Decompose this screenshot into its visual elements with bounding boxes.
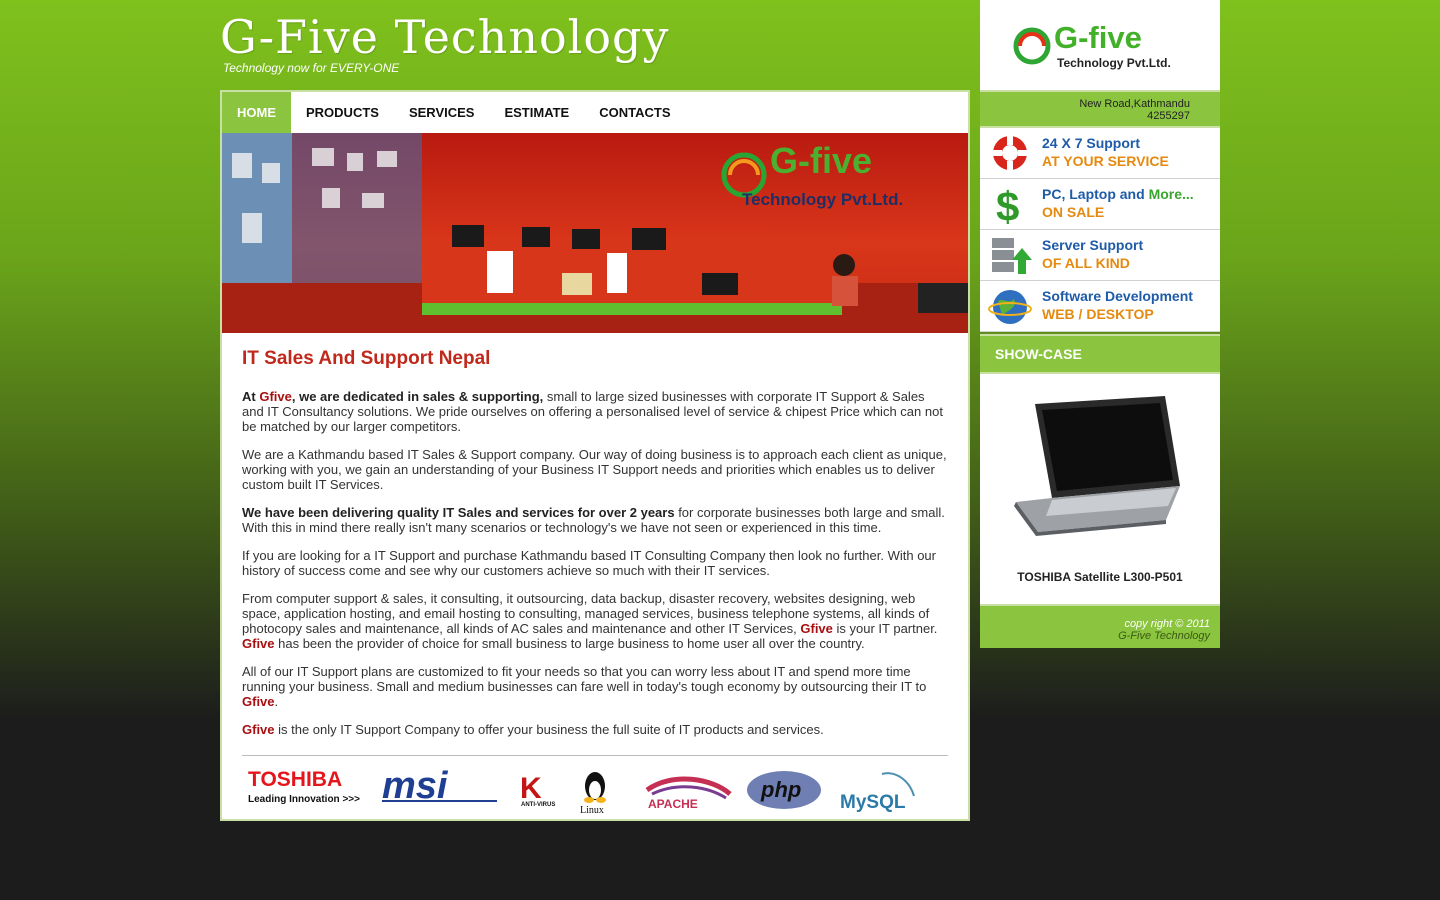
- nav-home[interactable]: HOME: [222, 92, 291, 133]
- plans-text: All of our IT Support plans are customiz…: [242, 664, 927, 694]
- services-text-2: is your IT partner.: [832, 621, 938, 636]
- svg-text:$: $: [996, 183, 1019, 225]
- sidebar: G-five Technology Pvt.Ltd. New Road,Kath…: [980, 0, 1220, 648]
- site-title: G-Five Technology: [220, 10, 670, 64]
- service-title-text: PC, Laptop and: [1042, 186, 1149, 202]
- intro-lead: At: [242, 389, 260, 404]
- main-panel: HOME PRODUCTS SERVICES ESTIMATE CONTACTS: [220, 90, 970, 821]
- brand-mention: Gfive: [242, 636, 275, 651]
- showcase-heading: SHOW-CASE: [980, 334, 1220, 374]
- services-paragraph: From computer support & sales, it consul…: [242, 591, 948, 651]
- nav-products[interactable]: PRODUCTS: [291, 92, 394, 133]
- main-content: IT Sales And Support Nepal At Gfive, we …: [242, 348, 948, 750]
- laptop-product-image[interactable]: [980, 374, 1220, 554]
- toshiba-logo: TOSHIBA Leading Innovation >>>: [248, 768, 360, 805]
- toshiba-logo-sub: Leading Innovation >>>: [248, 794, 360, 805]
- service-24x7-support[interactable]: 24 X 7 Support AT YOUR SERVICE: [980, 128, 1220, 179]
- about-paragraph: We are a Kathmandu based IT Sales & Supp…: [242, 447, 947, 492]
- logo-subtitle: Technology Pvt.Ltd.: [1057, 56, 1171, 70]
- service-subtitle: OF ALL KIND: [1042, 255, 1130, 271]
- service-title: Server Support: [1042, 237, 1144, 253]
- mysql-logo-text: MySQL: [840, 792, 906, 813]
- partner-logos: TOSHIBA Leading Innovation >>> msi K ANT…: [248, 765, 915, 814]
- service-title-highlight: More...: [1148, 186, 1194, 202]
- linux-tux-logo: Linux: [580, 772, 606, 814]
- service-subtitle: AT YOUR SERVICE: [1042, 153, 1169, 169]
- intro-paragraph: At Gfive, we are dedicated in sales & su…: [242, 389, 948, 434]
- service-subtitle: WEB / DESKTOP: [1042, 306, 1154, 322]
- linux-logo-text: Linux: [580, 805, 604, 814]
- phone-number: 4255297: [1147, 110, 1190, 122]
- closing-text: is the only IT Support Company to offer …: [274, 722, 824, 737]
- brand-mention: Gfive: [259, 389, 292, 404]
- server-icon: [992, 238, 1032, 274]
- toshiba-logo-text: TOSHIBA: [248, 768, 342, 791]
- banner-sign-name: G-five: [770, 140, 872, 181]
- experience-bold: We have been delivering quality IT Sales…: [242, 505, 675, 520]
- php-logo: php: [747, 771, 821, 809]
- nav-services[interactable]: SERVICES: [394, 92, 490, 133]
- lookup-paragraph: If you are looking for a IT Support and …: [242, 548, 936, 578]
- showcase-product-name[interactable]: TOSHIBA Satellite L300-P501: [980, 570, 1220, 584]
- g-five-logo-icon: G-five Technology Pvt.Ltd.: [1013, 20, 1171, 70]
- content-divider: [242, 755, 948, 756]
- intro-bold: , we are dedicated in sales & supporting…: [291, 389, 544, 404]
- address-line: New Road,Kathmandu: [1079, 98, 1190, 110]
- service-title: PC, Laptop and More...: [1042, 186, 1194, 202]
- plans-text-end: .: [274, 694, 279, 709]
- service-title: Software Development: [1042, 288, 1193, 304]
- nav-contacts[interactable]: CONTACTS: [584, 92, 685, 133]
- mysql-logo: MySQL: [840, 772, 915, 813]
- apache-logo-text: APACHE: [648, 797, 698, 811]
- msi-logo: msi: [382, 765, 497, 807]
- php-logo-text: php: [760, 777, 801, 802]
- svg-text:K: K: [520, 772, 542, 805]
- service-software-development[interactable]: Software Development WEB / DESKTOP: [980, 281, 1220, 332]
- plans-paragraph: All of our IT Support plans are customiz…: [242, 664, 948, 709]
- logo-name: G-five: [1054, 20, 1142, 55]
- closing-paragraph: Gfive is the only IT Support Company to …: [242, 722, 948, 737]
- kaspersky-logo-text: ANTI-VIRUS: [521, 802, 555, 808]
- nav-estimate[interactable]: ESTIMATE: [489, 92, 584, 133]
- site-tagline: Technology now for EVERY-ONE: [223, 61, 400, 75]
- services-text-3: has been the provider of choice for smal…: [274, 636, 865, 651]
- brand-mention: Gfive: [800, 621, 833, 636]
- globe-icon: [988, 290, 1032, 324]
- main-nav: HOME PRODUCTS SERVICES ESTIMATE CONTACTS: [222, 92, 968, 133]
- store-interior-illustration: G-five Technology Pvt.Ltd.: [222, 133, 968, 333]
- service-server-support[interactable]: Server Support OF ALL KIND: [980, 230, 1220, 281]
- brand-mention: Gfive: [242, 694, 275, 709]
- banner-sign-sub: Technology Pvt.Ltd.: [742, 190, 903, 209]
- lifebuoy-icon: [993, 136, 1027, 170]
- experience-paragraph: We have been delivering quality IT Sales…: [242, 505, 948, 535]
- service-subtitle: ON SALE: [1042, 204, 1105, 220]
- service-title: 24 X 7 Support: [1042, 135, 1141, 151]
- copyright-owner: G-Five Technology: [1118, 630, 1210, 642]
- apache-logo: APACHE: [645, 776, 732, 811]
- copyright-line: copy right © 2011: [1124, 618, 1210, 630]
- showcase-panel[interactable]: TOSHIBA Satellite L300-P501: [980, 374, 1220, 606]
- store-banner-image: G-five Technology Pvt.Ltd.: [222, 133, 968, 333]
- page-heading: IT Sales And Support Nepal: [242, 348, 491, 369]
- service-pc-laptop-sale[interactable]: $ PC, Laptop and More... ON SALE: [980, 179, 1220, 230]
- brand-mention: Gfive: [242, 722, 275, 737]
- contact-address: New Road,Kathmandu 4255297: [980, 90, 1220, 128]
- kaspersky-logo: K ANTI-VIRUS: [516, 772, 555, 808]
- dollar-icon: $: [996, 183, 1019, 225]
- sidebar-logo[interactable]: G-five Technology Pvt.Ltd.: [980, 0, 1220, 90]
- copyright: copy right © 2011 G-Five Technology: [980, 606, 1220, 648]
